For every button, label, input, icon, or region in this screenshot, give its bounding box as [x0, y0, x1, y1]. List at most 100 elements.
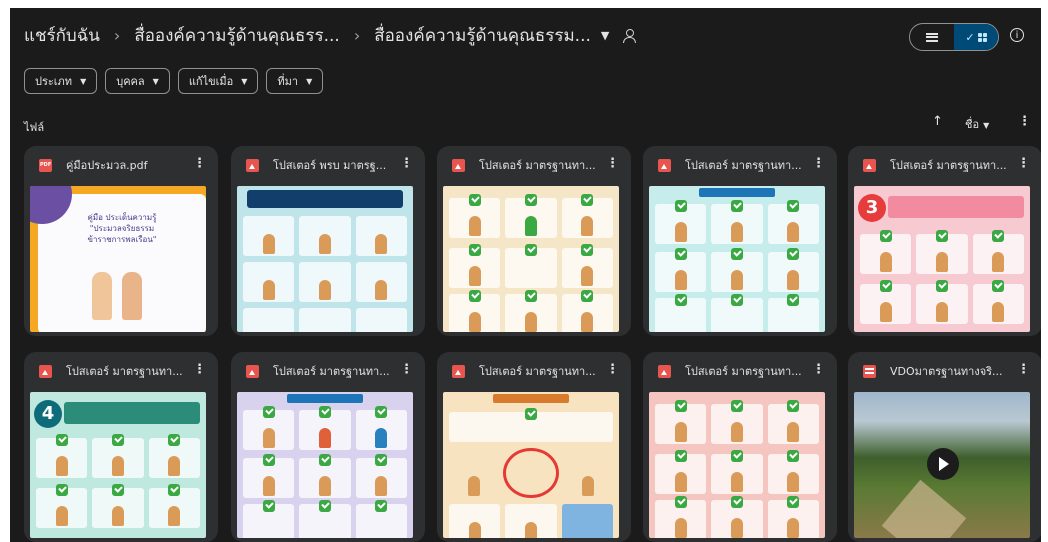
image-icon — [863, 158, 876, 172]
image-icon — [246, 158, 259, 172]
more-vert-icon[interactable]: ⋮ — [193, 156, 206, 171]
more-vert-icon[interactable]: ⋮ — [606, 362, 619, 377]
file-thumbnail — [443, 392, 619, 538]
file-card[interactable]: คู่มือประมวล.pdf ⋮ คู่มือ ประเด็นความรู้… — [24, 146, 218, 336]
file-name: VDOมาตรฐานทางจริ... — [890, 365, 1003, 378]
info-icon[interactable]: i — [1010, 28, 1024, 42]
file-thumbnail — [237, 392, 413, 538]
files-section-label: ไฟล์ — [24, 121, 45, 134]
file-thumbnail — [649, 186, 825, 332]
file-name: โปสเตอร์ มาตรฐานทา... — [685, 159, 802, 172]
card-header: โปสเตอร์ มาตรฐานทา... — [437, 352, 631, 390]
card-header: โปสเตอร์ มาตรฐานทา... — [643, 352, 837, 390]
breadcrumb-parent-folder[interactable]: สื่อองค์ความรู้ด้านคุณธรร... — [134, 22, 339, 49]
file-thumbnail — [443, 186, 619, 332]
poster-row — [655, 496, 819, 538]
more-vert-icon[interactable]: ⋮ — [400, 362, 413, 377]
list-view-button[interactable] — [910, 24, 954, 50]
more-vert-icon[interactable]: ⋮ — [193, 362, 206, 377]
sort-direction-arrow-up-icon[interactable]: ↑ — [932, 114, 943, 129]
more-vert-icon[interactable]: ⋮ — [606, 156, 619, 171]
image-icon — [246, 364, 259, 378]
shared-people-icon[interactable] — [623, 28, 637, 43]
poster-row — [243, 262, 407, 302]
poster-row — [243, 454, 407, 498]
play-icon[interactable] — [927, 448, 959, 480]
more-vert-icon[interactable]: ⋮ — [812, 362, 825, 377]
view-toggle: ✓ — [909, 23, 999, 51]
chip-label: แก้ไขเมื่อ — [188, 75, 234, 88]
poster-row — [243, 500, 407, 538]
file-thumbnail: คู่มือ ประเด็นความรู้ "ประมวลจริยธรรม ข้… — [30, 186, 206, 332]
poster-tag — [493, 394, 569, 403]
pdf-icon — [39, 158, 52, 172]
file-name: โปสเตอร์ มาตรฐานทา... — [479, 365, 596, 378]
poster-number: 4 — [34, 400, 62, 428]
file-thumbnail — [237, 186, 413, 332]
file-name: โปสเตอร์ มาตรฐานทา... — [685, 365, 802, 378]
video-thumbnail — [854, 392, 1030, 538]
file-card[interactable]: โปสเตอร์ มาตรฐานทา... ⋮ — [437, 146, 631, 336]
chip-label: ที่มา — [277, 75, 299, 88]
card-header: โปสเตอร์ มาตรฐานทา... — [231, 352, 425, 390]
file-thumbnail — [649, 392, 825, 538]
image-icon — [658, 158, 671, 172]
road-detail — [881, 479, 967, 538]
breadcrumb-shared-with-me[interactable]: แชร์กับฉัน — [24, 22, 100, 49]
poster-row — [655, 400, 819, 444]
image-icon — [658, 364, 671, 378]
more-vert-icon[interactable]: ⋮ — [1018, 114, 1031, 129]
filter-modified-chip[interactable]: แก้ไขเมื่อ ▼ — [177, 68, 259, 94]
chevron-right-icon: › — [353, 26, 361, 45]
file-card[interactable]: โปสเตอร์ พรบ มาตรฐ... ⋮ — [231, 146, 425, 336]
file-name: โปสเตอร์ พรบ มาตรฐ... — [273, 159, 387, 172]
check-icon: ✓ — [965, 30, 975, 44]
person-figure — [92, 272, 112, 320]
more-vert-icon[interactable]: ⋮ — [1017, 362, 1030, 377]
file-name: โปสเตอร์ มาตรฐานทา... — [890, 159, 1007, 172]
file-card[interactable]: โปสเตอร์ มาตรฐานทา... ⋮ — [231, 352, 425, 542]
poster-row — [243, 406, 407, 450]
filter-people-chip[interactable]: บุคคล ▼ — [105, 68, 170, 94]
poster-row — [449, 290, 613, 332]
card-header: โปสเตอร์ พรบ มาตรฐ... — [231, 146, 425, 184]
card-header: โปสเตอร์ มาตรฐานทา... — [848, 146, 1041, 184]
grid-view-button[interactable]: ✓ — [954, 24, 998, 50]
poster-banner — [64, 402, 200, 424]
poster-row — [243, 216, 407, 256]
poster-header — [247, 190, 403, 208]
caret-down-icon: ▼ — [80, 76, 87, 86]
drive-window: แชร์กับฉัน › สื่อองค์ความรู้ด้านคุณธรร..… — [10, 8, 1041, 542]
poster-banner — [888, 196, 1024, 218]
filter-type-chip[interactable]: ประเภท ▼ — [24, 68, 98, 94]
caret-down-icon[interactable]: ▼ — [601, 29, 609, 42]
file-name: โปสเตอร์ มาตรฐานทา... — [273, 365, 390, 378]
file-card[interactable]: โปสเตอร์ มาตรฐานทา... ⋮ 3 — [848, 146, 1041, 336]
poster-number: 3 — [858, 194, 886, 222]
video-icon — [863, 364, 876, 378]
poster-row — [655, 450, 819, 494]
file-card[interactable]: VDOมาตรฐานทางจริ... ⋮ — [848, 352, 1041, 542]
card-header: โปสเตอร์ มาตรฐานทา... — [643, 146, 837, 184]
more-vert-icon[interactable]: ⋮ — [400, 156, 413, 171]
sort-by-name-button[interactable]: ชื่อ ▼ — [965, 115, 989, 133]
more-vert-icon[interactable]: ⋮ — [1017, 156, 1030, 171]
list-icon — [926, 32, 938, 42]
file-card[interactable]: โปสเตอร์ มาตรฐานทา... ⋮ — [437, 352, 631, 542]
caret-down-icon: ▼ — [983, 121, 990, 130]
poster-row — [449, 448, 613, 498]
file-thumbnail: 3 — [854, 186, 1030, 332]
card-header: คู่มือประมวล.pdf — [24, 146, 218, 184]
filter-source-chip[interactable]: ที่มา ▼ — [266, 68, 324, 94]
image-icon — [452, 158, 465, 172]
poster-row — [655, 294, 819, 332]
file-card[interactable]: โปสเตอร์ มาตรฐานทา... ⋮ 4 — [24, 352, 218, 542]
file-card[interactable]: โปสเตอร์ มาตรฐานทา... ⋮ — [643, 146, 837, 336]
file-name: โปสเตอร์ มาตรฐานทา... — [479, 159, 596, 172]
poster-row — [655, 200, 819, 244]
more-vert-icon[interactable]: ⋮ — [812, 156, 825, 171]
poster-row — [449, 194, 613, 238]
breadcrumb-current-folder[interactable]: สื่อองค์ความรู้ด้านคุณธรรม... — [374, 22, 591, 49]
caret-down-icon: ▼ — [306, 76, 313, 86]
file-card[interactable]: โปสเตอร์ มาตรฐานทา... ⋮ — [643, 352, 837, 542]
